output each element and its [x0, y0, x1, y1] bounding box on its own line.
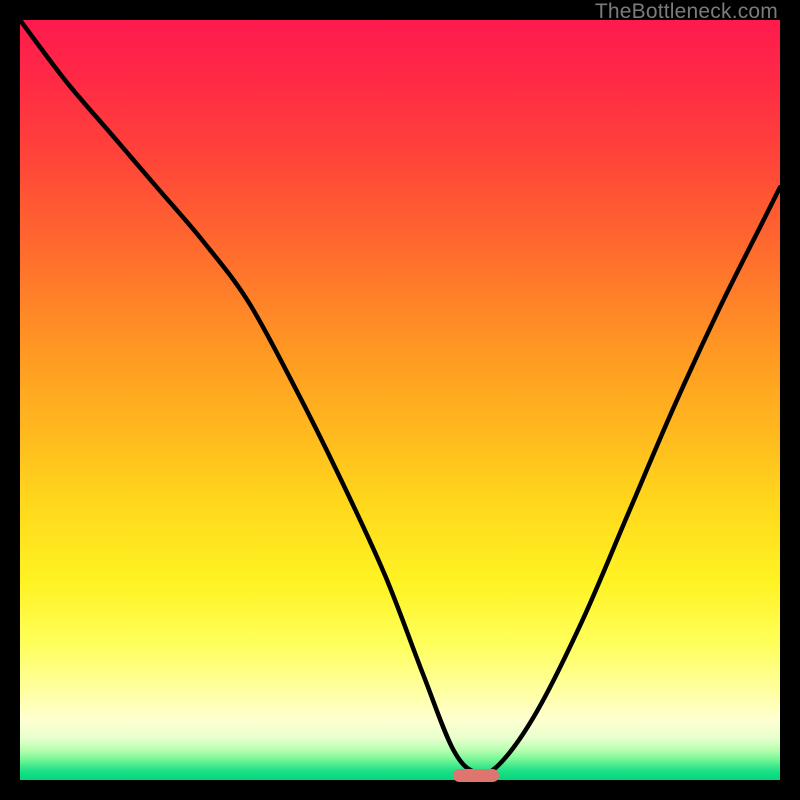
curve-path	[20, 20, 780, 774]
chart-frame: TheBottleneck.com	[0, 0, 800, 800]
bottleneck-curve	[20, 20, 780, 780]
optimal-range-marker	[453, 769, 499, 782]
plot-area	[20, 20, 780, 780]
